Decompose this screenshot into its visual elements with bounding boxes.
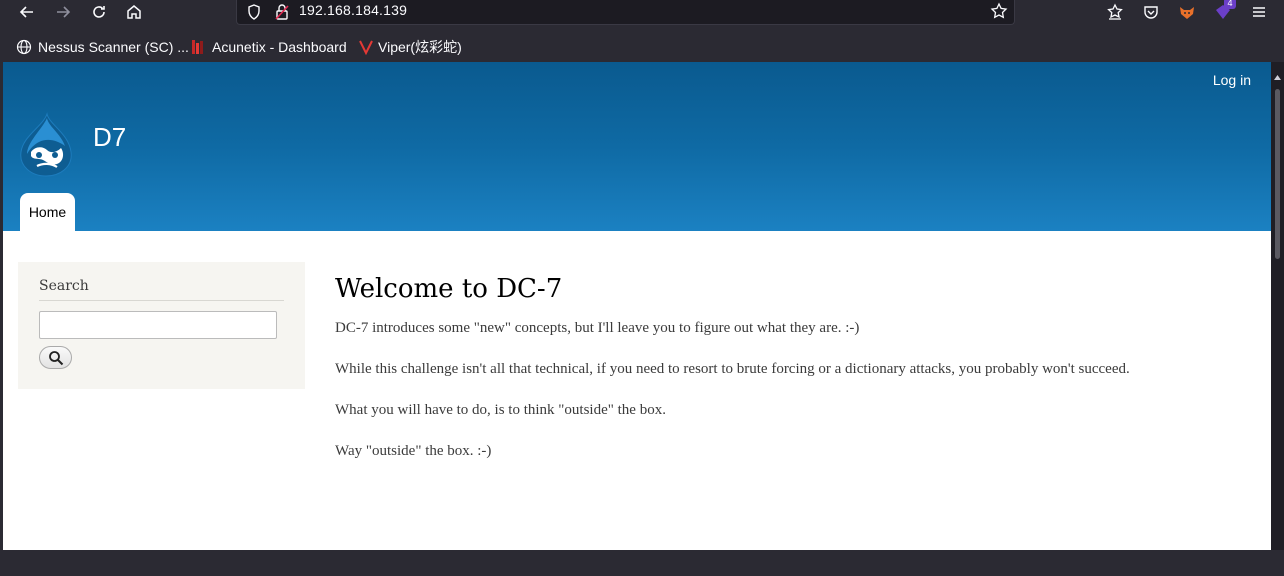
globe-icon: [16, 39, 32, 55]
pocket-icon: [1144, 6, 1158, 19]
url-bar[interactable]: 192.168.184.139: [236, 0, 1015, 25]
closing-paragraph: Way "outside" the box. :-): [335, 443, 492, 459]
home-icon: [127, 5, 141, 19]
reload-icon: [93, 6, 105, 18]
acunetix-icon: [190, 39, 206, 55]
intro-paragraph: DC-7 introduces some "new" concepts, but…: [335, 320, 860, 336]
bottom-edge: [0, 550, 1284, 576]
vertical-scrollbar[interactable]: [1271, 62, 1284, 550]
extension-badge: 4: [1224, 0, 1236, 9]
arrow-right-icon: [57, 6, 71, 18]
viper-icon: [359, 39, 373, 55]
hamburger-menu-icon: [1253, 7, 1265, 17]
search-icon: [48, 350, 63, 365]
search-button[interactable]: [39, 346, 72, 369]
menu-button[interactable]: [1248, 1, 1270, 23]
back-button[interactable]: [13, 0, 41, 24]
bookmark-acunetix[interactable]: Acunetix - Dashboard: [190, 37, 347, 57]
scroll-thumb[interactable]: [1275, 89, 1280, 259]
fox-icon: [1180, 7, 1194, 19]
reload-button[interactable]: [85, 0, 113, 24]
main-content: Welcome to DC-7 DC-7 introduces some "ne…: [335, 274, 1235, 482]
page-title: Welcome to DC-7: [335, 274, 563, 304]
challenge-paragraph: While this challenge isn't all that tech…: [335, 361, 1130, 377]
bookmark-label: Nessus Scanner (SC) ...: [38, 39, 189, 55]
url-text[interactable]: 192.168.184.139: [299, 2, 407, 18]
bookmark-label: Acunetix - Dashboard: [212, 39, 347, 55]
bookmarks-toolbar: Nessus Scanner (SC) ... Acunetix - Dashb…: [0, 32, 1284, 62]
search-block: Search: [18, 262, 305, 389]
drupal-logo-icon[interactable]: [17, 112, 75, 178]
reading-list-button[interactable]: [1104, 1, 1126, 23]
page-viewport: Log in D7 Home Search Welcome to DC-7 DC…: [3, 62, 1271, 550]
bookmark-viper[interactable]: Viper(炫彩蛇): [359, 37, 462, 57]
foxyproxy-button[interactable]: [1176, 1, 1198, 23]
bookmarks-manager-icon: [1107, 3, 1123, 20]
tab-home[interactable]: Home: [20, 193, 75, 231]
browser-toolbar: 192.168.184.139 4: [0, 0, 1284, 32]
hint-paragraph: What you will have to do, is to think "o…: [335, 402, 666, 418]
bookmark-label: Viper(炫彩蛇): [378, 39, 462, 55]
home-button[interactable]: [120, 0, 148, 24]
shield-icon[interactable]: [246, 3, 262, 21]
login-link[interactable]: Log in: [1213, 72, 1251, 88]
tab-label: Home: [28, 204, 67, 220]
search-input[interactable]: [39, 311, 277, 339]
arrow-left-icon: [19, 6, 33, 18]
scroll-up-arrow-icon[interactable]: [1274, 74, 1281, 81]
bookmark-star-icon[interactable]: [990, 2, 1008, 20]
forward-button[interactable]: [49, 0, 77, 24]
bookmark-nessus[interactable]: Nessus Scanner (SC) ...: [16, 37, 189, 57]
site-name[interactable]: D7: [93, 122, 126, 153]
site-header: Log in D7 Home: [3, 62, 1271, 231]
pocket-button[interactable]: [1140, 1, 1162, 23]
insecure-lock-icon[interactable]: [274, 3, 290, 21]
search-block-title: Search: [39, 278, 284, 301]
